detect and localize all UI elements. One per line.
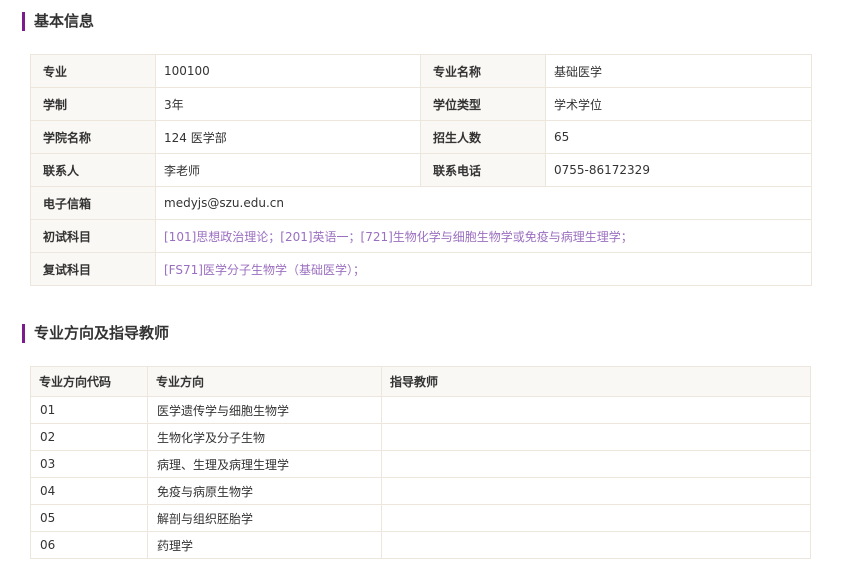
direction-supervisor <box>381 450 811 478</box>
info-row-major: 专业 100100 专业名称 基础医学 <box>30 54 812 88</box>
direction-supervisor <box>381 423 811 451</box>
directions-title: 专业方向及指导教师 <box>22 324 169 343</box>
direction-code: 03 <box>30 450 148 478</box>
label-contact: 联系人 <box>30 153 156 187</box>
header-supervisor: 指导教师 <box>381 366 811 397</box>
value-major-name: 基础医学 <box>545 54 812 88</box>
basic-info-table: 专业 100100 专业名称 基础医学 学制 3年 学位类型 学术学位 学院名称… <box>30 54 812 286</box>
value-phone: 0755-86172329 <box>545 153 812 187</box>
table-row: 03 病理、生理及病理生理学 <box>30 450 811 478</box>
direction-code: 06 <box>30 531 148 559</box>
info-row-contact: 联系人 李老师 联系电话 0755-86172329 <box>30 153 812 187</box>
info-row-college: 学院名称 124 医学部 招生人数 65 <box>30 120 812 154</box>
label-major-name: 专业名称 <box>420 54 546 88</box>
table-row: 01 医学遗传学与细胞生物学 <box>30 396 811 424</box>
header-direction-name: 专业方向 <box>147 366 382 397</box>
label-prelim-subjects: 初试科目 <box>30 219 156 253</box>
prelim-subjects-link[interactable]: [101]思想政治理论；[201]英语一；[721]生物化学与细胞生物学或免疫与… <box>155 219 812 253</box>
value-email: medyjs@szu.edu.cn <box>155 186 812 220</box>
directions-header-row: 专业方向代码 专业方向 指导教师 <box>30 366 811 397</box>
direction-code: 04 <box>30 477 148 505</box>
value-degree-type: 学术学位 <box>545 87 812 121</box>
label-major-code: 专业 <box>30 54 156 88</box>
directions-table: 专业方向代码 专业方向 指导教师 01 医学遗传学与细胞生物学 02 生物化学及… <box>30 366 811 559</box>
direction-name: 解剖与组织胚胎学 <box>147 504 382 532</box>
value-duration: 3年 <box>155 87 421 121</box>
direction-supervisor <box>381 396 811 424</box>
header-direction-code: 专业方向代码 <box>30 366 148 397</box>
direction-code: 05 <box>30 504 148 532</box>
direction-name: 病理、生理及病理生理学 <box>147 450 382 478</box>
direction-code: 01 <box>30 396 148 424</box>
label-duration: 学制 <box>30 87 156 121</box>
direction-supervisor <box>381 504 811 532</box>
info-row-retest: 复试科目 [FS71]医学分子生物学（基础医学）； <box>30 252 812 286</box>
value-contact: 李老师 <box>155 153 421 187</box>
label-retest-subjects: 复试科目 <box>30 252 156 286</box>
direction-supervisor <box>381 531 811 559</box>
info-row-prelim: 初试科目 [101]思想政治理论；[201]英语一；[721]生物化学与细胞生物… <box>30 219 812 253</box>
value-college: 124 医学部 <box>155 120 421 154</box>
direction-supervisor <box>381 477 811 505</box>
label-degree-type: 学位类型 <box>420 87 546 121</box>
label-college: 学院名称 <box>30 120 156 154</box>
value-major-code: 100100 <box>155 54 421 88</box>
table-row: 06 药理学 <box>30 531 811 559</box>
label-phone: 联系电话 <box>420 153 546 187</box>
direction-name: 免疫与病原生物学 <box>147 477 382 505</box>
table-row: 04 免疫与病原生物学 <box>30 477 811 505</box>
direction-name: 药理学 <box>147 531 382 559</box>
info-row-duration: 学制 3年 学位类型 学术学位 <box>30 87 812 121</box>
label-enrollment: 招生人数 <box>420 120 546 154</box>
info-row-email: 电子信箱 medyjs@szu.edu.cn <box>30 186 812 220</box>
table-row: 05 解剖与组织胚胎学 <box>30 504 811 532</box>
direction-name: 生物化学及分子生物 <box>147 423 382 451</box>
table-row: 02 生物化学及分子生物 <box>30 423 811 451</box>
direction-name: 医学遗传学与细胞生物学 <box>147 396 382 424</box>
retest-subjects-link[interactable]: [FS71]医学分子生物学（基础医学）； <box>155 252 812 286</box>
label-email: 电子信箱 <box>30 186 156 220</box>
direction-code: 02 <box>30 423 148 451</box>
basic-info-title: 基本信息 <box>22 12 94 31</box>
value-enrollment: 65 <box>545 120 812 154</box>
